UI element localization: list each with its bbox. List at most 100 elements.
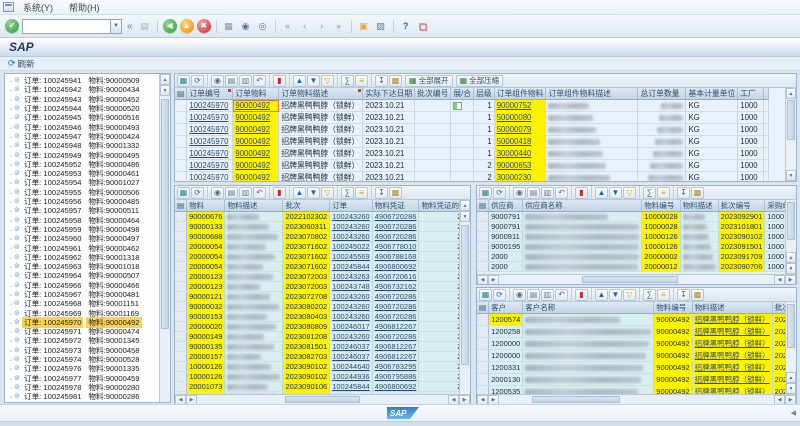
subtotal-icon[interactable] (355, 75, 368, 87)
collapse-all-button[interactable]: ▦全部压缩 (456, 75, 504, 87)
cell-link[interactable]: 90000492 (235, 113, 270, 122)
scroll-down-icon[interactable]: ▼ (460, 211, 470, 222)
grid-cell[interactable]: 2023090102 (718, 232, 765, 242)
scroll-down-icon[interactable]: ▼ (786, 263, 796, 274)
cell-link[interactable]: 90000492 (235, 125, 270, 134)
column-header[interactable]: 物料 (187, 200, 225, 212)
grid-cell[interactable]: 20000157 (187, 352, 225, 362)
export-icon[interactable] (677, 187, 690, 199)
refresh-grid-icon[interactable] (493, 187, 506, 199)
select-all-corner[interactable]: ▤ (477, 200, 489, 212)
cell-link[interactable]: 4906720286 (375, 302, 417, 311)
cell-link[interactable]: 4906720286 (375, 222, 417, 231)
column-header[interactable]: 订单物料 (233, 88, 279, 100)
grid-cell[interactable]: 90000688 (187, 232, 225, 242)
cell-link[interactable]: 4906720286 (375, 292, 417, 301)
cell-link[interactable]: 4906732162 (375, 282, 417, 291)
total-icon[interactable] (643, 289, 656, 301)
total-icon[interactable] (643, 187, 656, 199)
status-options-icon[interactable]: ◀ (791, 409, 796, 417)
cell-link[interactable]: 90000492 (235, 149, 270, 158)
scroll-thumb[interactable] (787, 202, 795, 240)
row-selector[interactable] (477, 362, 489, 374)
grid-cell[interactable]: 2023090102 (283, 362, 330, 372)
cell-link[interactable]: 100246037 (332, 342, 370, 351)
column-header[interactable]: 物料凭证 (372, 200, 419, 212)
column-header[interactable]: 物料凭证的年份 (419, 200, 459, 212)
filter-icon[interactable] (623, 289, 636, 301)
grid-cell[interactable]: 2023102201 (772, 314, 785, 326)
grid-cell[interactable]: 2023081501 (283, 342, 330, 352)
column-header[interactable]: 批次 (283, 200, 330, 212)
material-doc-hscrollbar[interactable]: ◀ ▶ ◀ ▶ (175, 394, 470, 404)
cell-link[interactable]: 4906720286 (375, 212, 417, 221)
cell-link[interactable]: 90000492 (235, 161, 270, 170)
cell-link[interactable]: 100243260 (332, 312, 370, 321)
select-layout-icon[interactable] (479, 187, 492, 199)
grid-cell[interactable]: 2023071602 (283, 262, 330, 272)
column-header[interactable]: 批次编号 (772, 302, 785, 314)
sort-asc-icon[interactable] (293, 187, 306, 199)
export-icon[interactable] (375, 75, 388, 87)
row-selector[interactable] (477, 212, 489, 222)
cell-link[interactable]: 100243260 (332, 222, 370, 231)
cell-link[interactable]: 50000418 (497, 137, 532, 146)
row-selector[interactable] (175, 100, 187, 112)
views-icon[interactable] (389, 75, 402, 87)
cell-link[interactable]: 4906720286 (375, 312, 417, 321)
refresh-button[interactable]: ⟳ 刷新 (4, 58, 39, 70)
undo-icon[interactable] (253, 187, 266, 199)
cell-link[interactable]: 50000080 (497, 113, 532, 122)
first-page-icon[interactable] (281, 20, 295, 33)
undo-icon[interactable] (555, 187, 568, 199)
cell-link[interactable]: 4906778010 (375, 242, 417, 251)
column-header[interactable]: 订单组件物料描述 (546, 88, 638, 100)
row-selector[interactable] (175, 332, 187, 342)
row-selector[interactable] (175, 342, 187, 352)
column-header[interactable]: 订单 (330, 200, 373, 212)
cell-link[interactable]: 100243748 (332, 282, 370, 291)
sort-desc-icon[interactable] (609, 289, 622, 301)
row-selector[interactable] (175, 262, 187, 272)
copy-append-icon[interactable] (239, 187, 252, 199)
expand-all-button[interactable]: ▦全部展开 (405, 75, 453, 87)
grid-cell[interactable]: 2023102201 (772, 374, 785, 386)
subtotal-icon[interactable] (657, 187, 670, 199)
column-header[interactable]: 订单物料描述 (279, 88, 363, 100)
scroll-left-icon[interactable]: ◀ (774, 275, 785, 285)
cell-link[interactable]: 50000079 (497, 125, 532, 134)
cell-link[interactable]: 4906800692 (375, 382, 417, 391)
grid-cell[interactable]: 2023102201 (772, 362, 785, 374)
grid-cell[interactable]: 20000054 (187, 262, 225, 272)
grid-cell[interactable]: 10000028 (642, 212, 680, 222)
cell-link[interactable]: 招牌黑鸭鸭脖（锁鲜） (695, 327, 770, 336)
row-selector[interactable] (175, 172, 187, 182)
sort-desc-icon[interactable] (307, 187, 320, 199)
export-icon[interactable] (375, 187, 388, 199)
grid-cell[interactable]: 10000126 (642, 242, 680, 252)
grid-cell[interactable]: 2023090102 (283, 372, 330, 382)
column-header[interactable]: 基本计量单位 (686, 88, 738, 100)
column-header[interactable]: 物料编号 (654, 302, 692, 314)
column-header[interactable]: 批次编号 (415, 88, 451, 100)
row-selector[interactable] (175, 322, 187, 332)
cell-link[interactable]: 招牌黑鸭鸭脖（锁鲜） (695, 339, 770, 348)
cell-link[interactable]: 90000752 (497, 101, 532, 110)
refresh-grid-icon[interactable] (493, 289, 506, 301)
scroll-thumb[interactable] (582, 276, 678, 283)
row-selector[interactable] (175, 136, 187, 148)
grid-cell[interactable]: 90000492 (654, 350, 692, 362)
grid-cell[interactable]: 90000133 (187, 222, 225, 232)
cell-link[interactable]: 4906795886 (375, 372, 417, 381)
column-header[interactable]: 层级 (474, 88, 495, 100)
grid-cell[interactable]: 2023102201 (772, 386, 785, 395)
filter-icon[interactable] (321, 187, 334, 199)
grid-cell[interactable]: 90000676 (187, 212, 225, 222)
undo-icon[interactable] (555, 289, 568, 301)
scroll-thumb[interactable] (532, 396, 620, 403)
total-icon[interactable] (341, 187, 354, 199)
cell-link[interactable]: 招牌黑鸭鸭脖（锁鲜） (695, 351, 770, 360)
tree-scrollbar[interactable]: ▲ ▼ (159, 74, 170, 402)
scroll-up-icon[interactable]: ▲ (786, 88, 796, 99)
customer-hscrollbar[interactable]: ◀ ▶ ◀ ▶ (477, 394, 796, 404)
